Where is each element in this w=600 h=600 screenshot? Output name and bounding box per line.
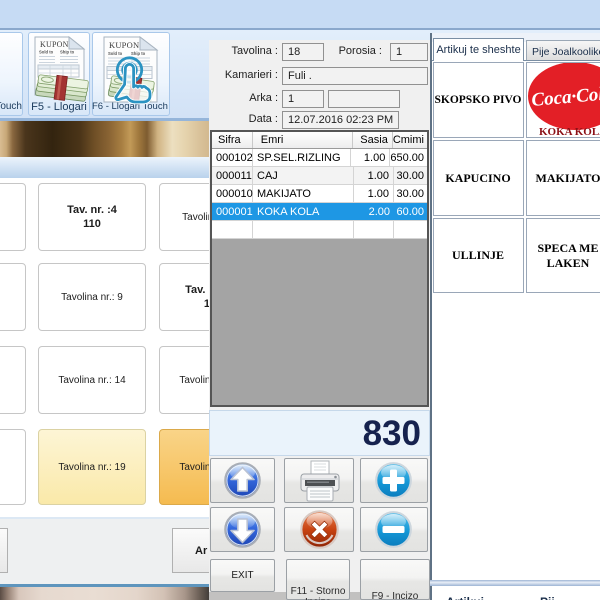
svg-text:Ship to: Ship to (60, 50, 75, 55)
svg-text:Sold to: Sold to (39, 50, 54, 55)
svg-text:KOKA KOLA: KOKA KOLA (539, 126, 600, 138)
svg-text:KUPON: KUPON (40, 40, 69, 49)
svg-text:Sold to: Sold to (108, 51, 123, 56)
svg-text:KUPON: KUPON (109, 40, 139, 50)
svg-text:Ship to: Ship to (131, 51, 146, 56)
